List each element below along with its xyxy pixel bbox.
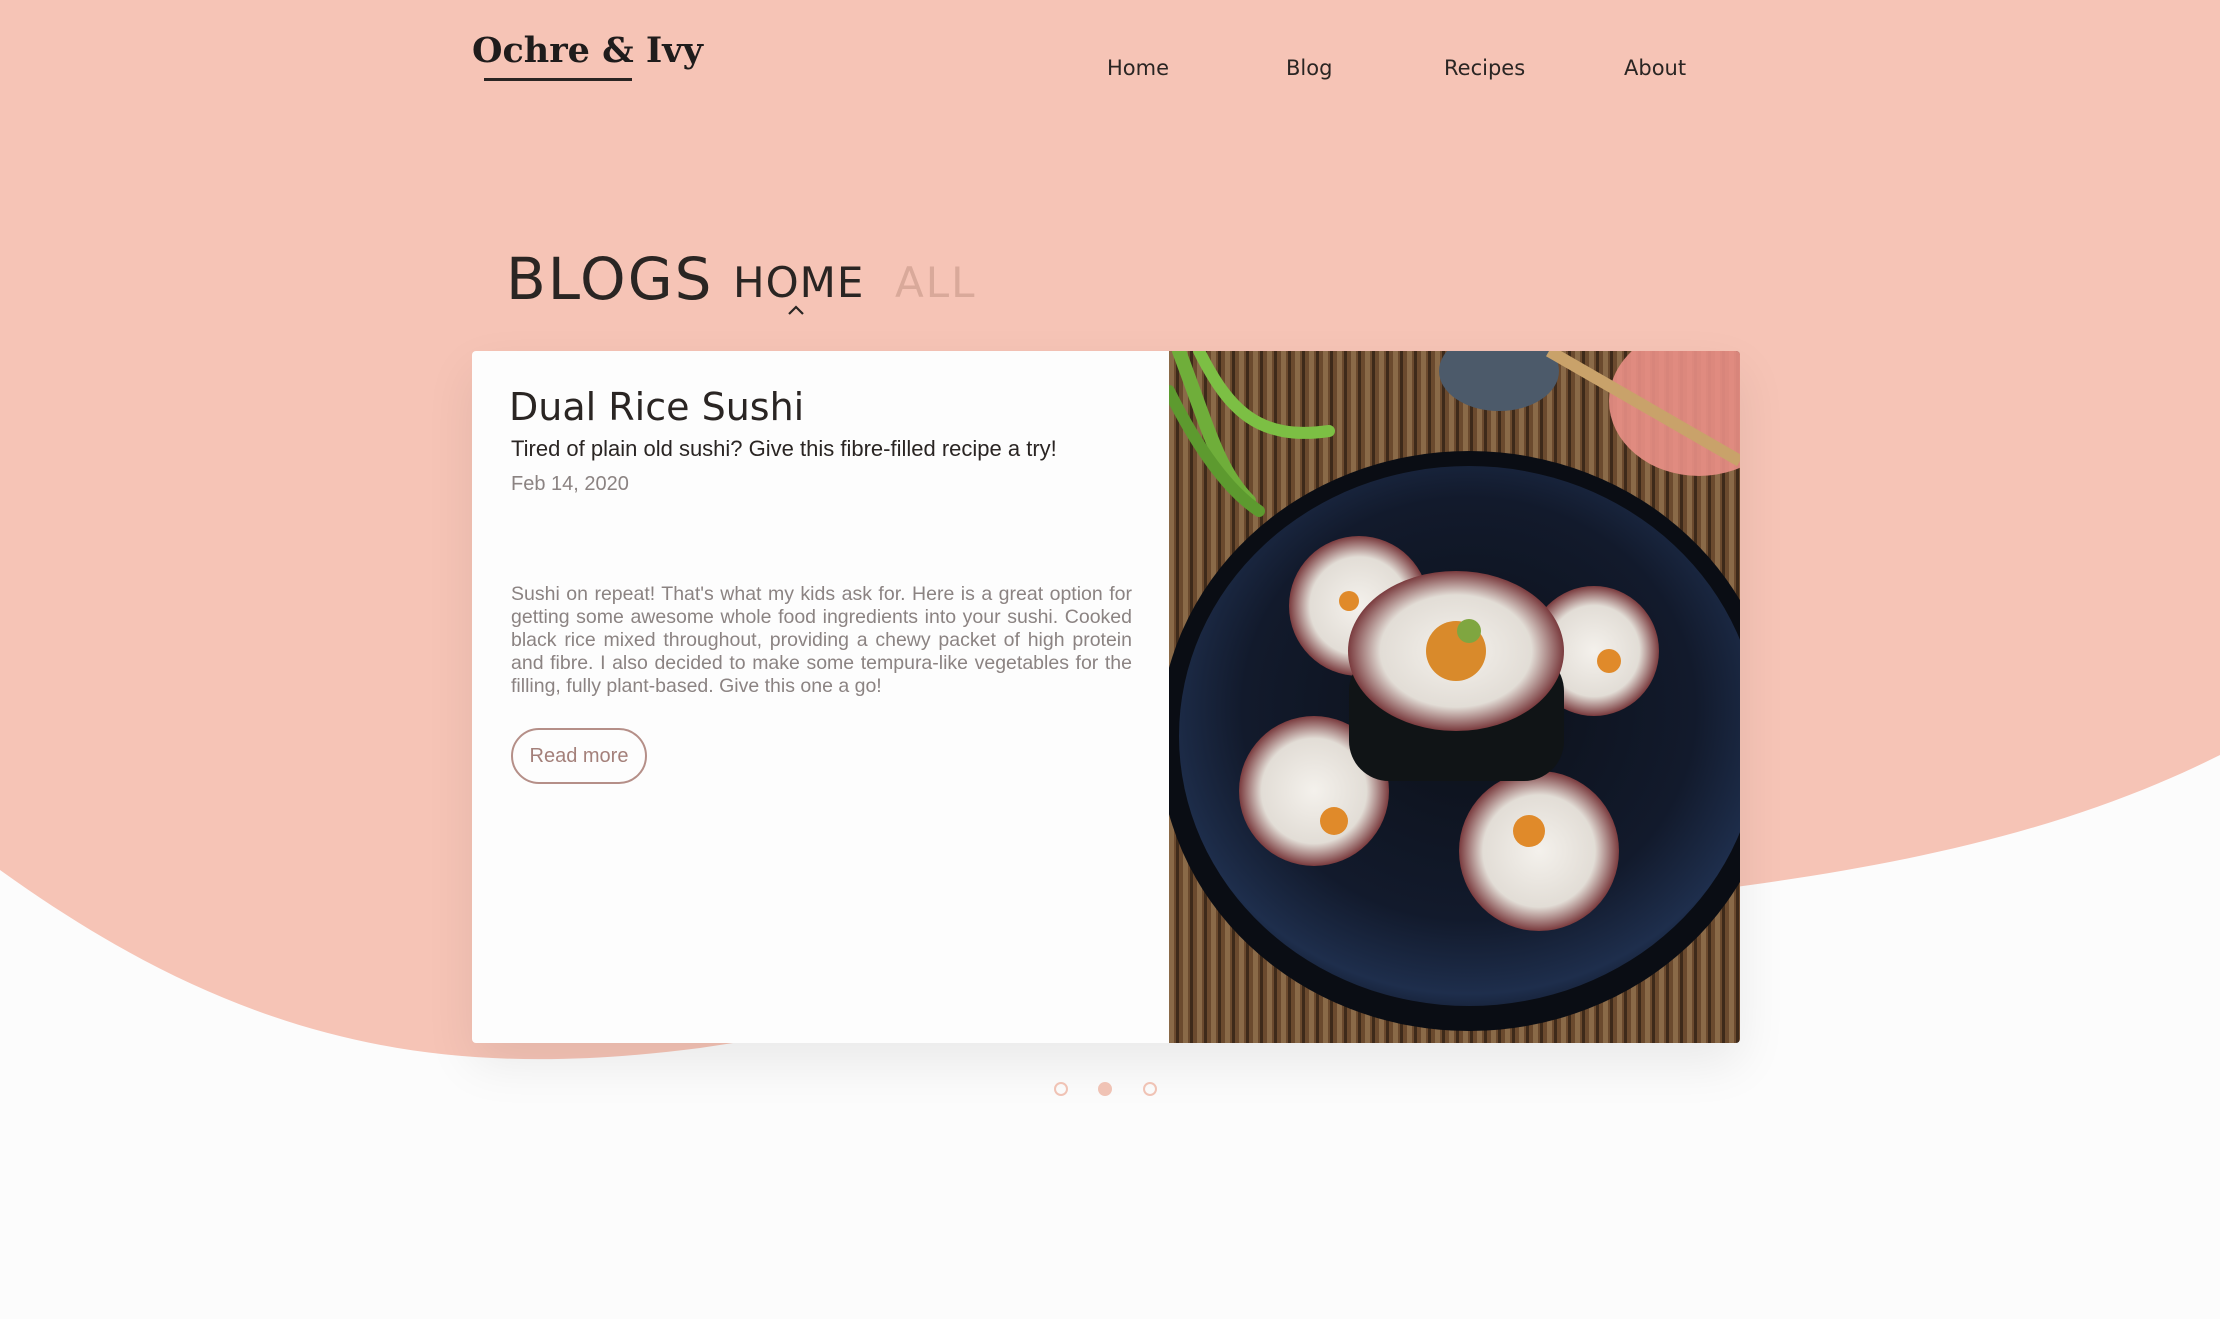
nav-about[interactable]: About — [1624, 56, 1686, 80]
logo-underline — [484, 78, 632, 81]
tab-all[interactable]: ALL — [895, 258, 977, 307]
sushi-photo-illustration — [1169, 351, 1740, 1043]
post-title[interactable]: Dual Rice Sushi — [509, 385, 804, 429]
nav-blog[interactable]: Blog — [1286, 56, 1332, 80]
site-logo[interactable]: Ochre & Ivy — [472, 30, 703, 71]
post-image[interactable] — [1169, 351, 1740, 1043]
section-title: BLOGS — [506, 245, 714, 313]
carousel-dot-2[interactable] — [1098, 1082, 1112, 1096]
nav-recipes[interactable]: Recipes — [1444, 56, 1525, 80]
post-content: Dual Rice Sushi Tired of plain old sushi… — [472, 351, 1169, 1043]
carousel-dot-1[interactable] — [1054, 1082, 1068, 1096]
carousel-dot-3[interactable] — [1143, 1082, 1157, 1096]
post-excerpt: Sushi on repeat! That's what my kids ask… — [511, 583, 1132, 697]
post-date: Feb 14, 2020 — [511, 473, 629, 495]
chevron-up-icon — [788, 305, 804, 315]
nav-home[interactable]: Home — [1107, 56, 1169, 80]
read-more-button[interactable]: Read more — [511, 728, 647, 784]
post-subtitle: Tired of plain old sushi? Give this fibr… — [511, 436, 1057, 461]
blog-post-card: Dual Rice Sushi Tired of plain old sushi… — [472, 351, 1740, 1043]
tab-home[interactable]: HOME — [733, 258, 864, 307]
